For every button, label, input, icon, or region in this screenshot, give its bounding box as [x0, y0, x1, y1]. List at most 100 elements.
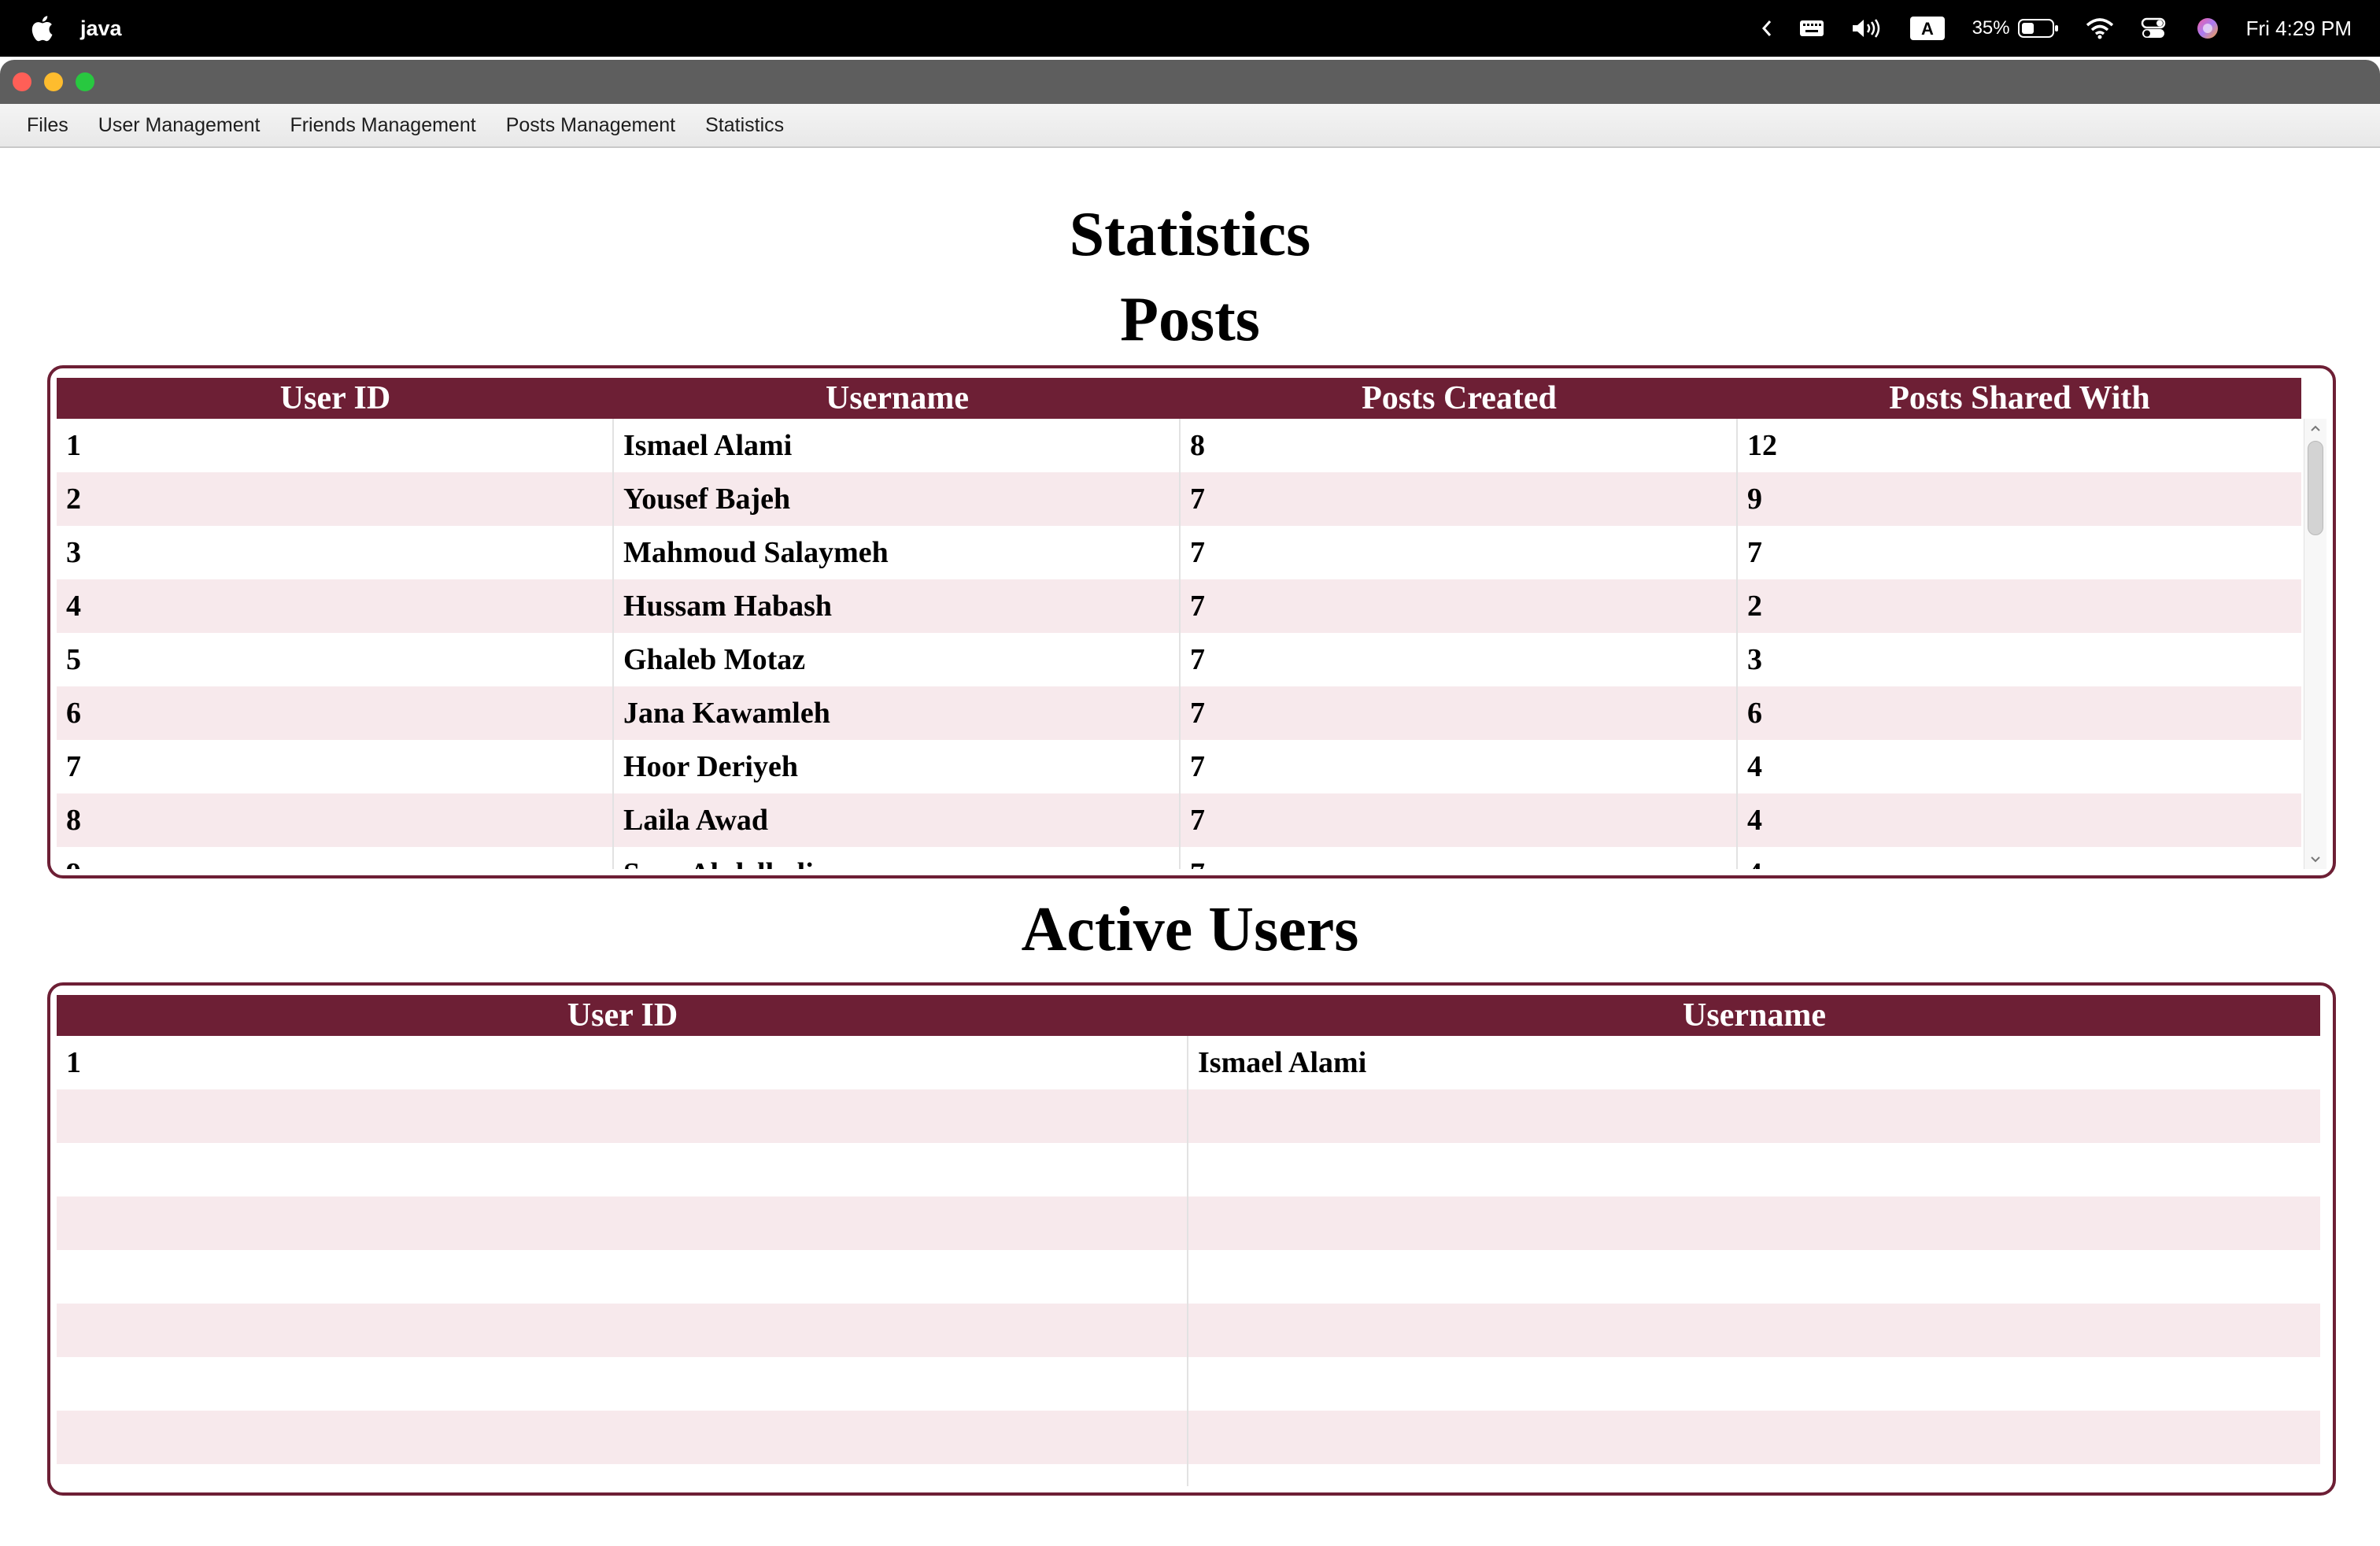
close-window-button[interactable] [13, 72, 31, 91]
table-cell-posts-created[interactable]: 7 [1181, 579, 1738, 633]
table-row[interactable]: 1 Ismael Alami 8 12 [57, 419, 2301, 472]
battery-status[interactable]: 35% [1972, 0, 2059, 57]
control-center-icon[interactable] [2141, 0, 2169, 57]
table-row[interactable]: 2 Yousef Bajeh 7 9 [57, 472, 2301, 526]
posts-table-scrollbar[interactable] [2304, 419, 2326, 869]
table-cell-posts-created[interactable]: 7 [1181, 633, 1738, 686]
table-cell-posts-shared-with[interactable]: 2 [1738, 579, 2301, 633]
table-cell-posts-created[interactable]: 7 [1181, 740, 1738, 793]
table-row[interactable]: 7 Hoor Deriyeh 7 4 [57, 740, 2301, 793]
table-cell-username[interactable]: Hoor Deriyeh [614, 740, 1181, 793]
table-cell-username[interactable] [1188, 1089, 2320, 1143]
column-header-username[interactable]: Username [1188, 995, 2320, 1036]
table-cell-user-id[interactable] [57, 1250, 1188, 1304]
menu-user-management[interactable]: User Management [83, 104, 275, 146]
siri-icon[interactable] [2196, 0, 2219, 57]
table-cell-user-id[interactable]: 6 [57, 686, 614, 740]
table-cell-user-id[interactable]: 9 [57, 847, 614, 869]
table-cell-posts-created[interactable]: 7 [1181, 526, 1738, 579]
table-cell-username[interactable]: Yousef Bajeh [614, 472, 1181, 526]
table-row[interactable]: 8 Laila Awad 7 4 [57, 793, 2301, 847]
table-row[interactable] [57, 1250, 2320, 1304]
scroll-up-arrow-icon[interactable] [2304, 419, 2326, 438]
table-row[interactable] [57, 1196, 2320, 1250]
table-cell-posts-created[interactable]: 8 [1181, 419, 1738, 472]
table-cell-user-id[interactable]: 7 [57, 740, 614, 793]
table-row[interactable] [57, 1411, 2320, 1464]
active-app-name[interactable]: java [80, 17, 122, 41]
table-cell-user-id[interactable]: 5 [57, 633, 614, 686]
table-cell-username[interactable] [1188, 1196, 2320, 1250]
column-header-username[interactable]: Username [614, 378, 1181, 419]
table-cell-user-id[interactable]: 3 [57, 526, 614, 579]
table-row[interactable] [57, 1304, 2320, 1357]
table-cell-username[interactable]: Hussam Habash [614, 579, 1181, 633]
table-cell-user-id[interactable] [57, 1411, 1188, 1464]
table-cell-user-id[interactable]: 8 [57, 793, 614, 847]
table-cell-posts-shared-with[interactable]: 4 [1738, 793, 2301, 847]
table-cell-user-id[interactable] [57, 1143, 1188, 1196]
table-row[interactable]: 9Sara Abdelhalim74 [57, 847, 2301, 869]
table-cell-user-id[interactable]: 2 [57, 472, 614, 526]
scroll-down-arrow-icon[interactable] [2304, 850, 2326, 869]
table-row[interactable] [57, 1089, 2320, 1143]
clock[interactable]: Fri 4:29 PM [2246, 17, 2352, 41]
apple-icon[interactable] [30, 14, 54, 43]
table-cell-posts-created[interactable]: 7 [1181, 847, 1738, 869]
volume-icon[interactable] [1851, 0, 1883, 57]
table-cell-posts-shared-with[interactable]: 9 [1738, 472, 2301, 526]
table-cell-user-id[interactable]: 1 [57, 419, 614, 472]
table-cell-posts-shared-with[interactable]: 4 [1738, 847, 2301, 869]
table-cell-posts-created[interactable]: 7 [1181, 793, 1738, 847]
column-header-posts-created[interactable]: Posts Created [1181, 378, 1738, 419]
table-cell-user-id[interactable]: 4 [57, 579, 614, 633]
table-cell-posts-created[interactable]: 7 [1181, 686, 1738, 740]
keyboard-icon[interactable] [1799, 0, 1824, 57]
table-cell-posts-shared-with[interactable]: 12 [1738, 419, 2301, 472]
table-cell-user-id[interactable] [57, 1196, 1188, 1250]
minimize-window-button[interactable] [44, 72, 63, 91]
table-cell-username[interactable] [1188, 1143, 2320, 1196]
table-cell-user-id[interactable] [57, 1089, 1188, 1143]
table-cell-username[interactable] [1188, 1464, 2320, 1486]
table-row[interactable]: 1 Ismael Alami [57, 1036, 2320, 1089]
input-source-icon[interactable]: A [1909, 0, 1946, 57]
table-cell-username[interactable]: Jana Kawamleh [614, 686, 1181, 740]
table-cell-user-id[interactable]: 1 [57, 1036, 1188, 1089]
table-cell-username[interactable] [1188, 1357, 2320, 1411]
table-row[interactable]: 6 Jana Kawamleh 7 6 [57, 686, 2301, 740]
table-cell-user-id[interactable] [57, 1464, 1188, 1486]
menu-friends-management[interactable]: Friends Management [275, 104, 490, 146]
table-cell-username[interactable]: Ghaleb Motaz [614, 633, 1181, 686]
table-cell-posts-created[interactable]: 7 [1181, 472, 1738, 526]
table-row[interactable]: 4 Hussam Habash 7 2 [57, 579, 2301, 633]
table-cell-username[interactable]: Laila Awad [614, 793, 1181, 847]
chevron-left-icon[interactable] [1761, 0, 1772, 57]
table-row[interactable]: 3 Mahmoud Salaymeh 7 7 [57, 526, 2301, 579]
table-cell-posts-shared-with[interactable]: 3 [1738, 633, 2301, 686]
wifi-icon[interactable] [2086, 0, 2114, 57]
table-cell-username[interactable] [1188, 1411, 2320, 1464]
table-cell-posts-shared-with[interactable]: 4 [1738, 740, 2301, 793]
column-header-posts-shared-with[interactable]: Posts Shared With [1738, 378, 2301, 419]
table-cell-username[interactable]: Ismael Alami [1188, 1036, 2320, 1089]
table-row[interactable] [57, 1143, 2320, 1196]
maximize-window-button[interactable] [76, 72, 94, 91]
scroll-thumb[interactable] [2308, 441, 2323, 535]
menu-files[interactable]: Files [0, 104, 83, 146]
table-cell-user-id[interactable] [57, 1304, 1188, 1357]
table-cell-posts-shared-with[interactable]: 6 [1738, 686, 2301, 740]
menu-posts-management[interactable]: Posts Management [491, 104, 690, 146]
table-row[interactable] [57, 1464, 2320, 1486]
table-cell-username[interactable]: Ismael Alami [614, 419, 1181, 472]
menu-statistics[interactable]: Statistics [690, 104, 799, 146]
table-cell-user-id[interactable] [57, 1357, 1188, 1411]
table-cell-username[interactable] [1188, 1304, 2320, 1357]
table-row[interactable] [57, 1357, 2320, 1411]
table-cell-posts-shared-with[interactable]: 7 [1738, 526, 2301, 579]
table-row[interactable]: 5 Ghaleb Motaz 7 3 [57, 633, 2301, 686]
table-cell-username[interactable]: Mahmoud Salaymeh [614, 526, 1181, 579]
column-header-user-id[interactable]: User ID [57, 378, 614, 419]
window-title-bar[interactable] [0, 60, 2380, 104]
column-header-user-id[interactable]: User ID [57, 995, 1188, 1036]
